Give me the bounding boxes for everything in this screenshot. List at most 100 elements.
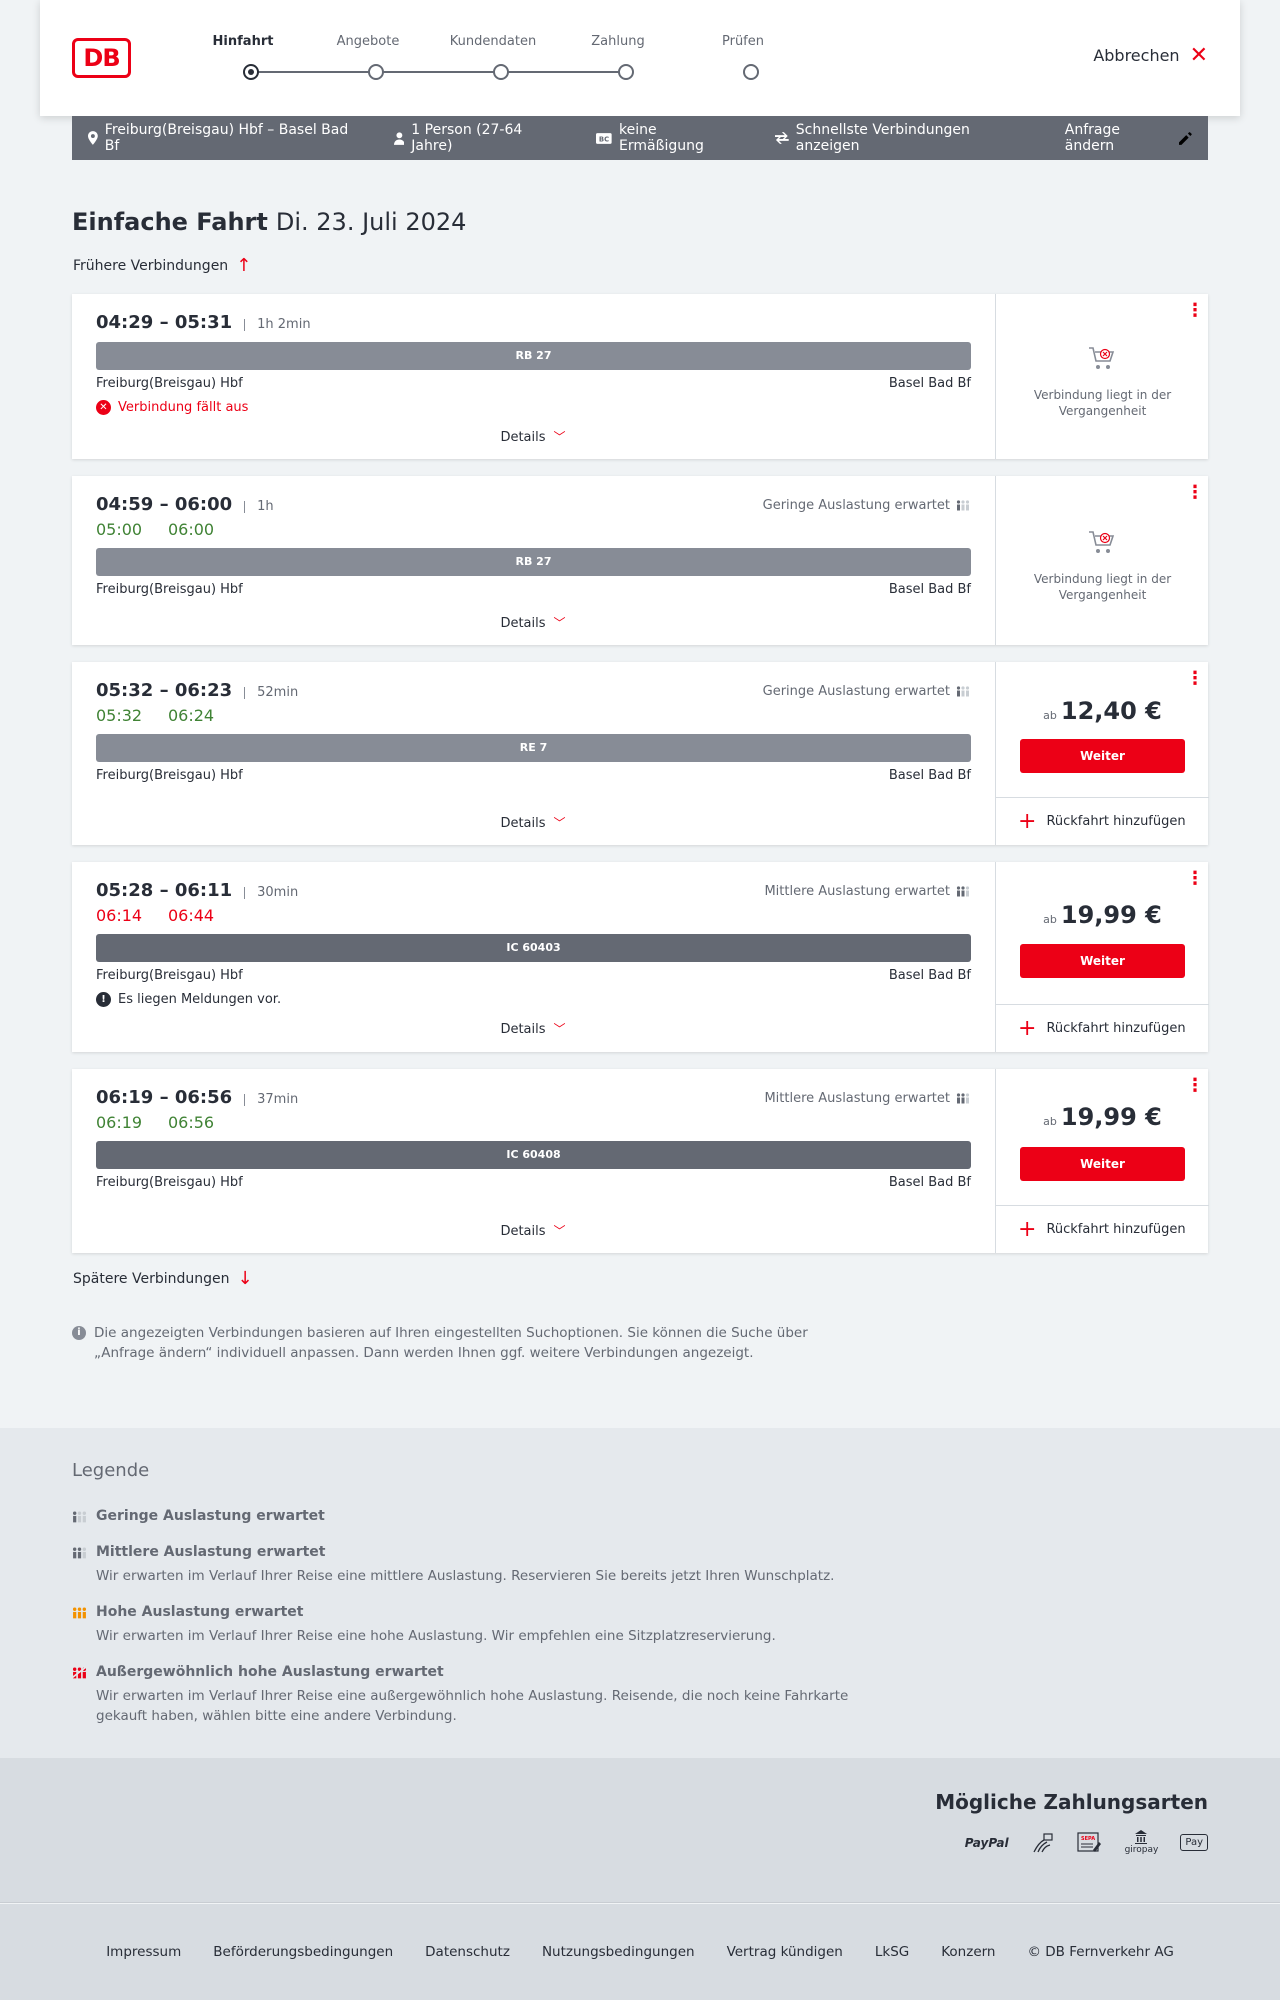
connection-card[interactable]: 05:32 – 06:23 52min Geringe Auslastung er… (72, 662, 1209, 845)
price-value: 19,99 € (1060, 1103, 1162, 1131)
departure-station: Freiburg(Breisgau) Hbf (96, 1175, 243, 1190)
continue-button[interactable]: Weiter (1020, 1147, 1185, 1181)
occupancy-medium-icon (72, 1547, 87, 1559)
giropay-label: giropay (1124, 1845, 1159, 1855)
swap-arrows-icon (775, 132, 789, 144)
more-options-icon[interactable]: ⋮ (1186, 870, 1204, 896)
past-connection-text: Verbindung liegt in der Vergangenheit (1033, 572, 1172, 602)
time-range: 04:29 – 05:31 (96, 312, 233, 333)
train-bar[interactable]: IC 60403 (96, 934, 971, 962)
legend-item-title: Geringe Auslastung erwartet (96, 1508, 325, 1524)
footer: Impressum Beförderungsbedingungen Datens… (0, 1904, 1280, 2000)
details-toggle[interactable]: Details ﹀ (72, 814, 994, 831)
travel-date: Di. 23. Juli 2024 (275, 208, 467, 236)
details-toggle[interactable]: Details ﹀ (72, 614, 994, 631)
footer-link-befoerderungsbedingungen[interactable]: Beförderungsbedingungen (213, 1944, 393, 2000)
occupancy-medium-icon (956, 1093, 970, 1104)
footer-link-nutzungsbedingungen[interactable]: Nutzungsbedingungen (542, 1944, 695, 2000)
train-bar[interactable]: RB 27 (96, 548, 971, 576)
train-bar[interactable]: RE 7 (96, 734, 971, 762)
search-summary-bar: Freiburg(Breisgau) Hbf – Basel Bad Bf 1 … (72, 116, 1208, 160)
realtime-departure: 05:32 (96, 706, 143, 725)
occupancy-text: Mittlere Auslastung erwartet (764, 1091, 950, 1106)
connection-card[interactable]: 04:29 – 05:31 1h 2min RB 27 Freiburg(Brei… (72, 294, 1208, 459)
more-options-icon[interactable]: ⋮ (1186, 302, 1204, 328)
footer-link-vertrag-kuendigen[interactable]: Vertrag kündigen (727, 1944, 843, 2000)
continue-button[interactable]: Weiter (1020, 739, 1185, 773)
realtime-departure: 06:14 (96, 906, 143, 925)
footer-link-impressum[interactable]: Impressum (106, 1944, 181, 2000)
bahncard-icon: BC (596, 132, 613, 144)
connection-info: 04:29 – 05:31 1h 2min RB 27 Freiburg(Brei… (72, 294, 994, 459)
exclamation-circle-icon: ! (96, 992, 111, 1007)
close-icon: ✕ (1189, 42, 1208, 68)
cancel-button[interactable]: Abbrechen ✕ (1093, 42, 1208, 68)
add-return-trip-button[interactable]: + Rückfahrt hinzufügen (996, 1004, 1209, 1052)
details-toggle[interactable]: Details ﹀ (72, 1020, 994, 1037)
realtime-times: 06:14 06:44 (96, 906, 240, 925)
occupancy-high-icon (72, 1607, 87, 1619)
footer-link-konzern[interactable]: Konzern (941, 1944, 995, 2000)
footer-link-lksg[interactable]: LkSG (875, 1944, 909, 2000)
message-note: ! Es liegen Meldungen vor. (96, 992, 281, 1007)
occupancy-low-icon (956, 686, 970, 697)
plus-icon: + (1018, 1216, 1037, 1242)
chevron-down-icon: ﹀ (553, 816, 566, 830)
more-options-icon[interactable]: ⋮ (1186, 484, 1204, 510)
occupancy-indicator: Mittlere Auslastung erwartet (764, 884, 970, 899)
fastest-text: Schnellste Verbindungen anzeigen (795, 122, 970, 154)
header: DB Hinfahrt Angebote Kundendaten Zahlung… (40, 0, 1240, 116)
continue-button[interactable]: Weiter (1020, 944, 1185, 978)
cart-unavailable-icon (1089, 347, 1115, 369)
discount-info: BC keine Ermäßigung (596, 122, 743, 154)
price-prefix: ab (1043, 1115, 1057, 1128)
realtime-arrival: 06:44 (168, 906, 215, 925)
train-bar[interactable]: RB 27 (96, 342, 971, 370)
occupancy-indicator: Geringe Auslastung erwartet (763, 498, 970, 513)
realtime-departure: 06:19 (96, 1113, 143, 1132)
earlier-connections-link[interactable]: Frühere Verbindungen ↑ (73, 257, 251, 275)
details-toggle[interactable]: Details ﹀ (72, 1222, 994, 1239)
legend-item-high: Hohe Auslastung erwartet Wir erwarten im… (72, 1604, 872, 1646)
price-prefix: ab (1043, 709, 1057, 722)
price: ab 19,99 € (996, 901, 1209, 929)
duration: 52min (244, 686, 298, 699)
price-prefix: ab (1043, 913, 1057, 926)
connection-card[interactable]: 04:59 – 06:00 1h Geringe Auslastung erwar… (72, 476, 1208, 645)
more-options-icon[interactable]: ⋮ (1186, 670, 1204, 696)
connection-info: 05:32 – 06:23 52min Geringe Auslastung er… (72, 662, 994, 845)
db-logo[interactable]: DB (72, 38, 131, 78)
add-return-trip-button[interactable]: + Rückfahrt hinzufügen (996, 797, 1209, 845)
more-options-icon[interactable]: ⋮ (1186, 1077, 1204, 1103)
occupancy-text: Geringe Auslastung erwartet (762, 684, 950, 699)
step-hinfahrt: Hinfahrt (212, 34, 274, 49)
occupancy-indicator: Mittlere Auslastung erwartet (764, 1091, 970, 1106)
later-connections-link[interactable]: Spätere Verbindungen ↓ (73, 1270, 253, 1288)
train-bar[interactable]: IC 60408 (96, 1141, 971, 1169)
add-return-trip-button[interactable]: + Rückfahrt hinzufügen (996, 1205, 1209, 1253)
legend-item-title: Mittlere Auslastung erwartet (96, 1544, 326, 1560)
price: ab 19,99 € (996, 1103, 1209, 1131)
time-range: 04:59 – 06:00 (96, 494, 233, 515)
sepa-mark: SEPA (1081, 1836, 1095, 1842)
paypal-icon: PayPal (964, 1835, 1009, 1850)
details-label: Details (500, 430, 546, 445)
occupancy-low-icon (72, 1511, 87, 1523)
details-label: Details (500, 816, 546, 831)
location-pin-icon (88, 131, 98, 145)
details-toggle[interactable]: Details ﹀ (72, 428, 994, 445)
cart-unavailable-icon (1089, 531, 1115, 553)
footer-link-datenschutz[interactable]: Datenschutz (425, 1944, 510, 2000)
passenger-info: 1 Person (27-64 Jahre) (393, 122, 565, 154)
step-dot (743, 64, 759, 80)
connection-card[interactable]: 06:19 – 06:56 37min Mittlere Auslastung e… (72, 1069, 1209, 1253)
arrival-station: Basel Bad Bf (888, 968, 971, 983)
chevron-down-icon: ﹀ (553, 1224, 566, 1238)
connection-card[interactable]: 05:28 – 06:11 30min Mittlere Auslastung e… (72, 862, 1209, 1052)
legend-item-title: Außergewöhnlich hohe Auslastung erwartet (96, 1664, 444, 1680)
change-request-button[interactable]: Anfrage ändern (1065, 122, 1192, 154)
realtime-arrival: 06:00 (168, 520, 215, 539)
connection-info: 06:19 – 06:56 37min Mittlere Auslastung e… (72, 1069, 994, 1253)
message-text: Es liegen Meldungen vor. (118, 992, 282, 1007)
legend-item-extreme: Außergewöhnlich hohe Auslastung erwartet… (72, 1664, 872, 1726)
